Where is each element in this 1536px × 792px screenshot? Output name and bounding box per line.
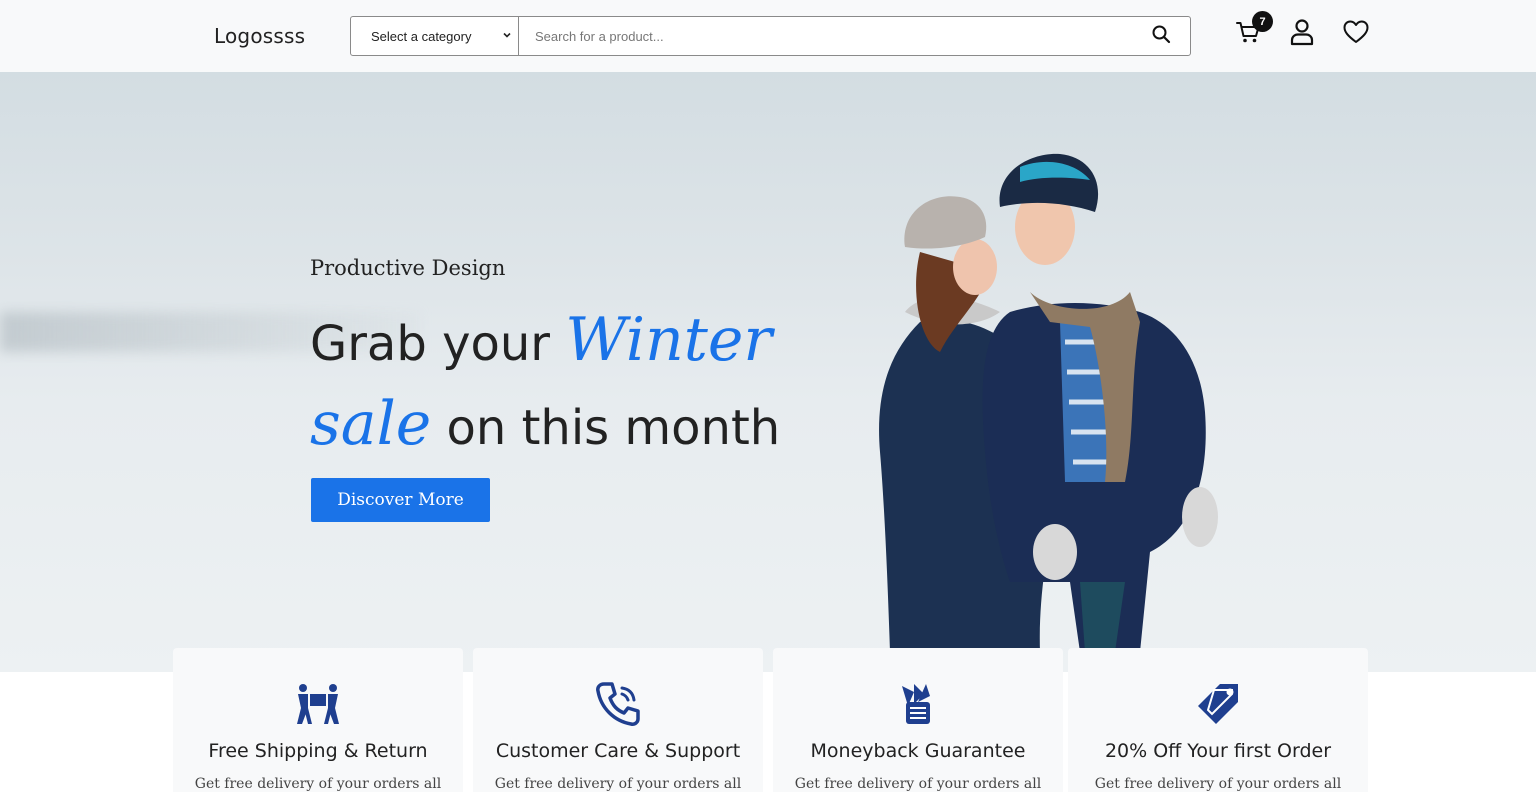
feature-description: Get free delivery of your orders all — [194, 776, 442, 792]
hero-title: Grab your Winter sale on this month — [310, 300, 870, 468]
hero-banner: Productive Design Grab your Winter sale … — [0, 72, 1536, 672]
feature-title: Customer Care & Support — [495, 740, 741, 762]
feature-title: Moneyback Guarantee — [810, 740, 1026, 762]
search-bar: Select a category — [350, 16, 1191, 56]
money-icon — [894, 680, 942, 728]
search-button[interactable] — [1132, 17, 1190, 55]
heart-icon — [1342, 19, 1370, 50]
feature-title: 20% Off Your first Order — [1104, 740, 1332, 762]
account-button[interactable] — [1286, 18, 1318, 50]
tag-icon — [1194, 680, 1242, 728]
feature-card-discount: 20% Off Your first Order Get free delive… — [1068, 648, 1368, 792]
site-header: Logossss Select a category 7 — [0, 0, 1536, 72]
feature-description: Get free delivery of your orders all — [794, 776, 1042, 792]
site-logo[interactable]: Logossss — [214, 24, 305, 48]
shipping-icon — [294, 680, 342, 728]
feature-title: Free Shipping & Return — [208, 740, 428, 762]
wishlist-button[interactable] — [1340, 18, 1372, 50]
feature-card-support: Customer Care & Support Get free deliver… — [473, 648, 763, 792]
category-select[interactable]: Select a category — [351, 17, 519, 55]
chevron-down-icon — [502, 30, 512, 43]
hero-title-accent-sale: sale — [310, 389, 432, 459]
hero-subtitle: Productive Design — [310, 256, 506, 280]
category-select-value: Select a category — [371, 28, 472, 44]
feature-card-moneyback: Moneyback Guarantee Get free delivery of… — [773, 648, 1063, 792]
feature-card-shipping: Free Shipping & Return Get free delivery… — [173, 648, 463, 792]
search-icon — [1151, 24, 1171, 49]
hero-title-part2: on this month — [446, 400, 781, 456]
cart-count-badge: 7 — [1252, 11, 1273, 32]
discover-more-button[interactable]: Discover More — [311, 478, 490, 522]
user-icon — [1289, 18, 1315, 51]
search-input[interactable] — [519, 17, 1132, 55]
hero-couple-image — [879, 153, 1218, 652]
feature-description: Get free delivery of your orders all — [1094, 776, 1342, 792]
hero-title-accent-winter: Winter — [565, 305, 773, 375]
feature-description: Get free delivery of your orders all — [494, 776, 742, 792]
hero-title-part1: Grab your — [310, 316, 550, 372]
phone-icon — [594, 680, 642, 728]
